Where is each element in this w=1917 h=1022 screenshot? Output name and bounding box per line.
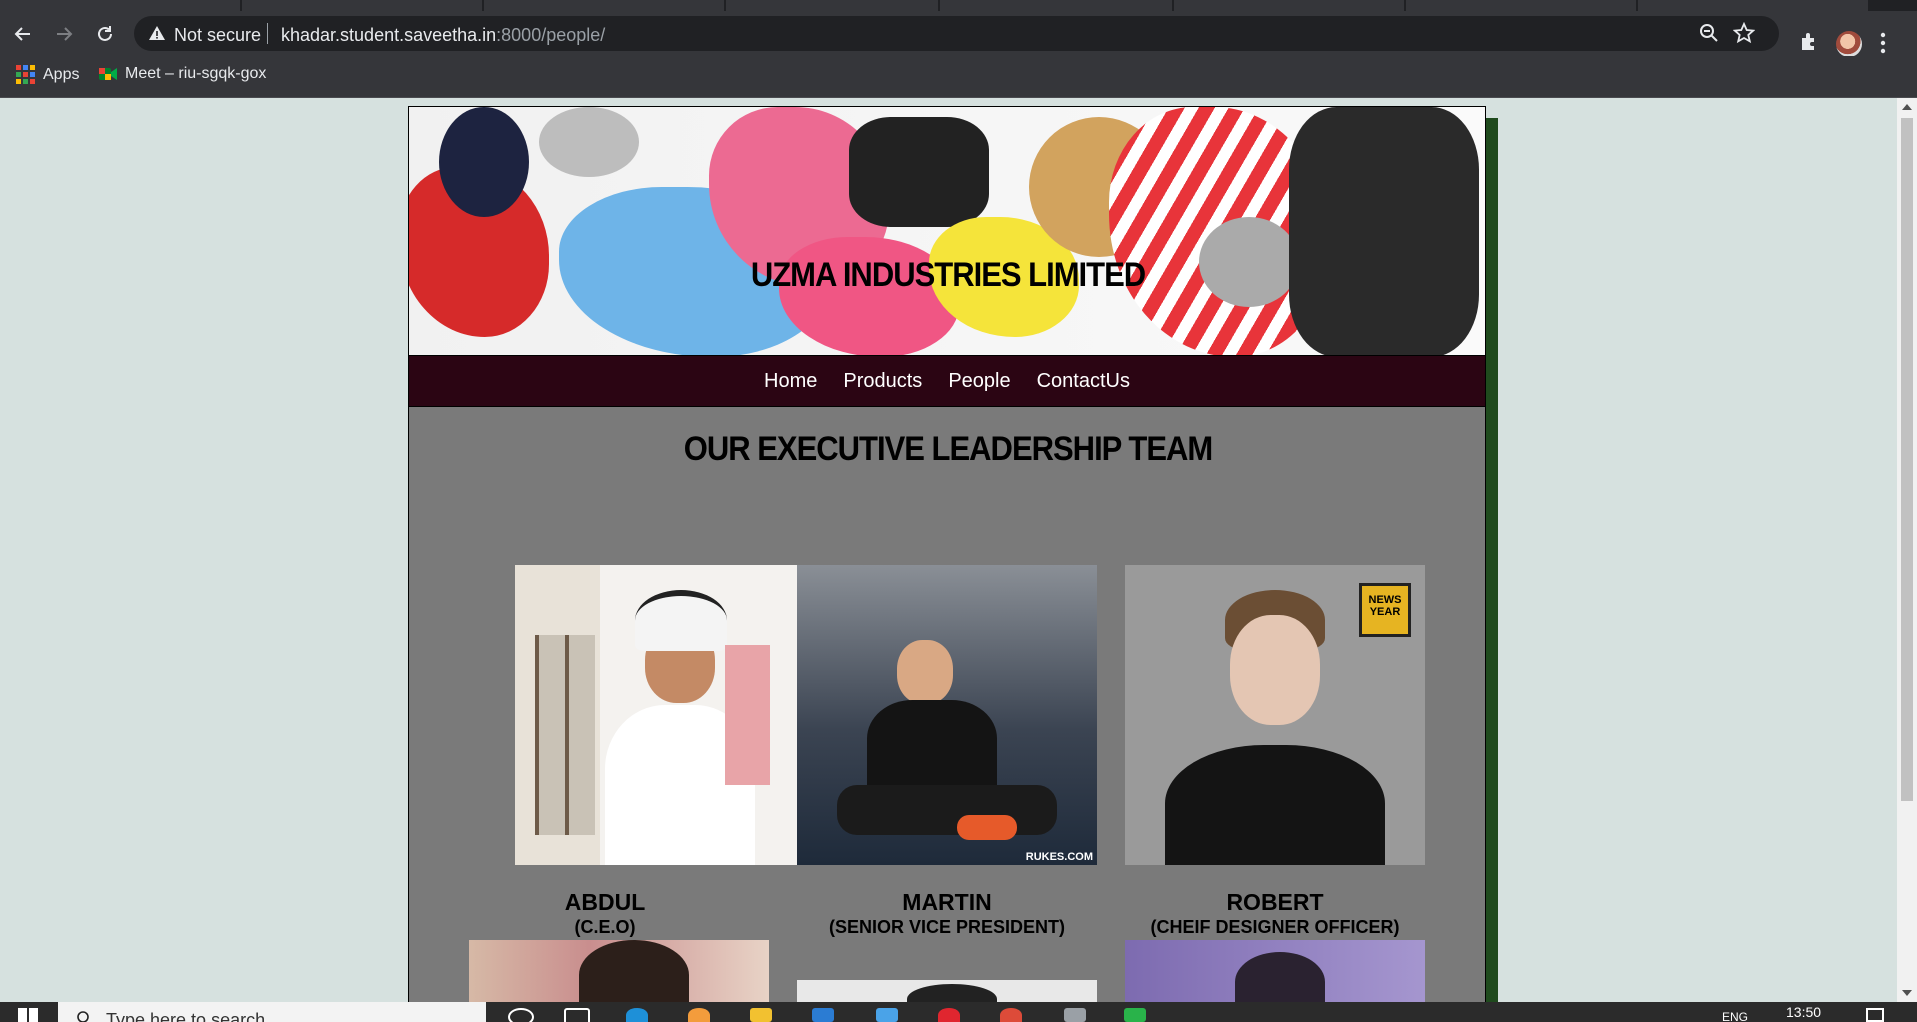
meet-icon [99, 68, 117, 80]
window-shape [535, 635, 595, 835]
main-nav: Home Products People ContactUs [408, 356, 1486, 406]
app-icon[interactable] [876, 1008, 898, 1022]
person-photo-row2-1 [469, 940, 769, 1010]
edge-icon[interactable] [626, 1008, 648, 1022]
person-photo-abdul [515, 565, 799, 865]
bookmark-apps[interactable]: Apps [16, 65, 79, 84]
windows-taskbar: Type here to search ENG 13:50 [0, 1002, 1917, 1022]
banner-boots-shape [1289, 107, 1479, 355]
app-icon[interactable] [1064, 1008, 1086, 1022]
taskbar-clock[interactable]: 13:50 [1786, 1004, 1821, 1020]
nav-people[interactable]: People [948, 370, 1010, 393]
search-icon [77, 1011, 89, 1022]
url-host: khadar.student.saveetha.in [281, 25, 497, 45]
chrome-icon[interactable] [1000, 1008, 1022, 1022]
cortana-icon[interactable] [508, 1008, 534, 1022]
address-bar[interactable]: Not secure khadar.student.saveetha.in:80… [134, 16, 1779, 51]
bookmark-label: Apps [43, 65, 80, 83]
firefox-icon[interactable] [688, 1008, 710, 1022]
banner-hat-shape [539, 107, 639, 177]
taskbar-search[interactable]: Type here to search [58, 1002, 486, 1022]
security-label[interactable]: Not secure [174, 25, 261, 46]
omnibox-divider [267, 23, 268, 44]
person-photo-martin: RUKES.COM [797, 565, 1097, 865]
legs-shape [837, 785, 1057, 835]
tab-strip [0, 0, 1917, 11]
scrollbar-thumb[interactable] [1901, 118, 1913, 801]
scroll-up-arrow-icon[interactable] [1902, 104, 1912, 110]
browser-tab[interactable] [242, 0, 482, 11]
nav-home[interactable]: Home [764, 370, 817, 393]
zoom-out-icon[interactable] [1699, 23, 1719, 43]
bookmarks-bar: Apps Meet – riu-sgqk-gox [0, 56, 1917, 98]
url-path: :8000/people/ [496, 25, 606, 45]
app-icon[interactable] [1124, 1008, 1146, 1022]
language-indicator[interactable]: ENG [1722, 1010, 1748, 1022]
browser-tab[interactable] [0, 0, 240, 11]
banner-sock-shape [439, 107, 529, 217]
person-name-abdul: ABDUL [564, 889, 646, 915]
news-badge: NEWS YEAR [1359, 583, 1411, 637]
face-shape [897, 640, 953, 704]
tshirt-shape [1165, 745, 1385, 865]
task-view-icon[interactable] [564, 1008, 590, 1022]
website-container: UZMA INDUSTRIES LIMITED Home Products Pe… [408, 106, 1486, 1010]
browser-tab[interactable] [484, 0, 724, 11]
section-title: OUR EXECUTIVE LEADERSHIP TEAM [683, 428, 1214, 469]
scroll-down-arrow-icon[interactable] [1902, 990, 1912, 996]
browser-toolbar: Not secure khadar.student.saveetha.in:80… [0, 11, 1917, 57]
reload-button[interactable] [92, 21, 118, 47]
person-photo-row2-3 [1125, 940, 1425, 1010]
windows-start-icon[interactable] [18, 1008, 38, 1022]
person-name-martin: MARTIN [902, 889, 992, 915]
shoes-shape [957, 815, 1017, 840]
person-photo-robert: NEWS YEAR [1125, 565, 1425, 865]
forward-button[interactable] [51, 21, 77, 47]
apps-grid-icon [16, 65, 35, 84]
hair-shape [579, 940, 689, 1010]
headwear-shape [635, 590, 727, 651]
bookmark-meet[interactable]: Meet – riu-sgqk-gox [99, 65, 266, 83]
person-role-robert: (CHEIF DESIGNER OFFICER) [1150, 917, 1400, 937]
browser-tab[interactable] [1406, 0, 1636, 11]
file-explorer-icon[interactable] [750, 1008, 772, 1022]
back-arrow-icon [14, 27, 30, 41]
scarf-shape [725, 645, 770, 785]
bookmark-label: Meet – riu-sgqk-gox [125, 65, 267, 82]
warning-icon[interactable] [148, 24, 166, 42]
forward-arrow-icon [57, 27, 73, 41]
browser-tab-active[interactable] [940, 0, 1172, 11]
photo-watermark: RUKES.COM [1025, 851, 1093, 863]
browser-tab[interactable] [1638, 0, 1868, 11]
menu-kebab-icon[interactable] [1880, 31, 1886, 55]
nav-contactus[interactable]: ContactUs [1037, 370, 1130, 393]
nav-products[interactable]: Products [843, 370, 922, 393]
header-banner: UZMA INDUSTRIES LIMITED [408, 106, 1486, 356]
page-scrollbar[interactable] [1897, 98, 1917, 1002]
person-role-martin: (SENIOR VICE PRESIDENT) [828, 917, 1066, 937]
opera-icon[interactable] [938, 1008, 960, 1022]
banner-boot-shape [849, 117, 989, 227]
leadership-section: OUR EXECUTIVE LEADERSHIP TEAM RUKES.COM … [408, 406, 1486, 1010]
profile-avatar[interactable] [1836, 31, 1862, 57]
extensions-puzzle-icon[interactable] [1798, 31, 1820, 53]
browser-tab[interactable] [1174, 0, 1404, 11]
url-text[interactable]: khadar.student.saveetha.in:8000/people/ [281, 25, 605, 46]
person-name-robert: ROBERT [1226, 889, 1324, 915]
notification-icon[interactable] [1866, 1008, 1884, 1022]
bookmark-star-icon[interactable] [1733, 22, 1755, 44]
person-role-abdul: (C.E.O) [574, 917, 636, 937]
reload-icon [98, 26, 112, 41]
back-button[interactable] [10, 21, 36, 47]
mail-icon[interactable] [812, 1008, 834, 1022]
search-placeholder: Type here to search [106, 1010, 266, 1022]
face-shape [1230, 615, 1320, 725]
browser-tab[interactable] [726, 0, 938, 11]
site-title: UZMA INDUSTRIES LIMITED [750, 254, 1146, 295]
